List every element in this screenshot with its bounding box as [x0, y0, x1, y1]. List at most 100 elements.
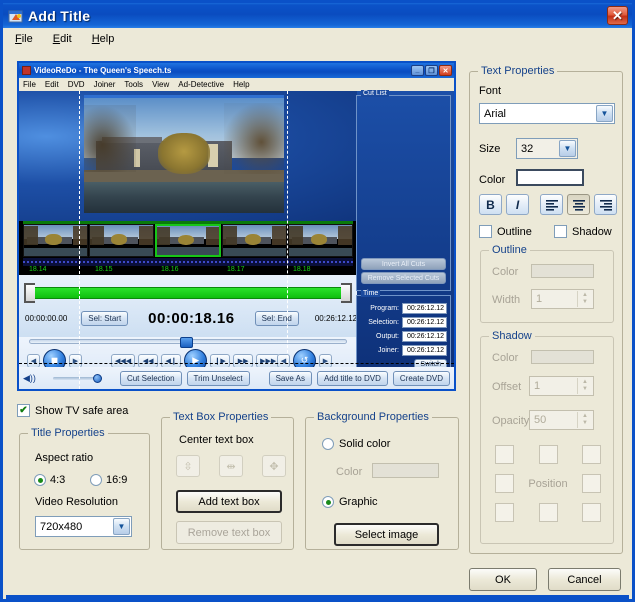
outline-checkbox[interactable] [479, 225, 492, 238]
text-color-swatch[interactable] [516, 169, 584, 186]
videoredo-icon [22, 66, 31, 75]
shadow-opacity-label: Opacity [492, 415, 530, 427]
volume-slider[interactable] [41, 372, 110, 384]
show-tv-safe-area-row[interactable]: ✔ Show TV safe area [17, 404, 128, 417]
filmstrip-time: 18.16 [161, 266, 179, 273]
create-dvd-button[interactable]: Create DVD [392, 370, 450, 386]
remove-selected-cuts-button[interactable]: Remove Selected Cuts [361, 272, 446, 284]
trim-unselect-button[interactable]: Trim Unselect [186, 370, 250, 386]
add-title-icon [8, 8, 24, 24]
save-as-button[interactable]: Save As [268, 370, 312, 386]
video-stage[interactable] [19, 91, 357, 221]
text-properties-group: Text Properties Font Arial ▼ Size 32 ▼ C… [469, 65, 623, 554]
chevron-down-icon[interactable]: ▼ [559, 140, 576, 157]
outline-width-label: Width [492, 294, 521, 306]
loop-prev-icon[interactable]: ◀ [277, 353, 290, 368]
preview-menu-joiner[interactable]: Joiner [94, 80, 116, 89]
background-graphic-option[interactable]: Graphic [322, 496, 378, 508]
frame-back-icon[interactable]: ◀❙ [161, 353, 182, 368]
align-center-icon[interactable] [567, 194, 590, 215]
cancel-button[interactable]: Cancel [548, 568, 621, 591]
forward-icon[interactable]: ▶▶ [233, 353, 254, 368]
rewind-icon[interactable]: ◀◀ [138, 353, 159, 368]
bold-icon[interactable]: B [479, 194, 502, 215]
preview-close-icon[interactable]: ✕ [439, 65, 452, 76]
select-image-button[interactable]: Select image [334, 523, 439, 546]
align-left-icon[interactable] [540, 194, 563, 215]
menu-item-edit[interactable]: Edit [53, 33, 72, 45]
close-icon[interactable]: ✕ [607, 6, 628, 25]
volume-knob[interactable] [92, 374, 102, 383]
italic-icon[interactable]: I [506, 194, 529, 215]
aspect-ratio-4-3-radio[interactable] [34, 474, 46, 486]
filmstrip-thumbnails [23, 224, 353, 257]
chevron-down-icon[interactable]: ▼ [113, 518, 130, 535]
filmstrip-thumb[interactable] [288, 224, 353, 257]
graphic-radio[interactable] [322, 496, 334, 508]
preview-menu-tools[interactable]: Tools [124, 80, 143, 89]
filmstrip-thumb[interactable] [222, 224, 288, 257]
menu-item-file[interactable]: FFileile [15, 33, 33, 45]
filmstrip[interactable]: 18.14 18.15 18.16 18.17 18.18 [19, 221, 357, 275]
menu-item-help[interactable]: Help [92, 33, 115, 45]
shadow-offset-label: Offset [492, 381, 522, 393]
video-preview-window: VideoReDo - The Queen's Speech.ts _ ❐ ✕ … [17, 61, 456, 391]
time-row-joiner: Joiner: 00:26:12.12 [360, 345, 447, 356]
preview-menu-file[interactable]: File [23, 80, 36, 89]
frame-forward-icon[interactable]: ❙▶ [210, 353, 231, 368]
step-forward-icon[interactable]: ▶ [69, 353, 82, 368]
aspect-ratio-4-3[interactable]: 4:3 [34, 474, 65, 486]
rewind-fast-icon[interactable]: ◀◀◀ [111, 353, 136, 368]
chevron-down-icon[interactable]: ▼ [596, 105, 613, 122]
seek-slider-knob[interactable] [180, 337, 193, 348]
solid-color-radio[interactable] [322, 438, 334, 450]
outline-checkbox-row[interactable]: Outline [479, 225, 532, 238]
cut-selection-button[interactable]: Cut Selection [119, 370, 182, 386]
aspect-ratio-16-9-radio[interactable] [90, 474, 102, 486]
preview-menu-view[interactable]: View [152, 80, 169, 89]
font-select[interactable]: Arial ▼ [479, 103, 615, 124]
preview-maximize-icon[interactable]: ❐ [425, 65, 438, 76]
shadow-opacity-value: 50 [534, 414, 547, 426]
background-solid-color-option[interactable]: Solid color [322, 438, 390, 450]
text-align-buttons [540, 194, 617, 215]
filmstrip-thumb-selected[interactable] [154, 224, 222, 257]
shadow-position-bottom-center [538, 503, 558, 522]
shadow-checkbox[interactable] [554, 225, 567, 238]
video-resolution-label: Video Resolution [35, 496, 118, 508]
background-color-label: Color [336, 466, 363, 478]
preview-menu-dvd[interactable]: DVD [68, 80, 85, 89]
step-back-icon[interactable]: ◀ [27, 353, 40, 368]
video-willow-tree [158, 132, 210, 174]
shadow-group-legend: Shadow [489, 330, 535, 342]
video-resolution-select[interactable]: 720x480 ▼ [35, 516, 132, 537]
seek-slider[interactable] [29, 337, 347, 348]
preview-menu-help[interactable]: Help [233, 80, 249, 89]
align-right-icon[interactable] [594, 194, 617, 215]
graphic-label: Graphic [339, 496, 378, 508]
show-tv-safe-area-checkbox[interactable]: ✔ [17, 404, 30, 417]
preview-menu-edit[interactable]: Edit [45, 80, 59, 89]
safe-area-guide-left [79, 91, 80, 389]
size-select[interactable]: 32 ▼ [516, 138, 578, 159]
add-title-to-dvd-button[interactable]: Add title to DVD [316, 370, 388, 386]
selection-start-handle[interactable] [24, 283, 35, 303]
filmstrip-thumb[interactable] [88, 224, 154, 257]
add-text-box-button[interactable]: Add text box [176, 490, 282, 513]
preview-minimize-icon[interactable]: _ [411, 65, 424, 76]
selection-timeline: 00:00:00.00 Sel: Start 00:00:18.16 Sel: … [19, 275, 357, 337]
set-start-button[interactable]: Sel: Start [81, 310, 129, 326]
cut-list-legend: Cut List [361, 90, 389, 97]
selection-end-handle[interactable] [341, 283, 352, 303]
size-value: 32 [521, 142, 534, 155]
set-end-button[interactable]: Sel: End [254, 310, 299, 326]
loop-next-icon[interactable]: ▶ [319, 353, 332, 368]
ok-button[interactable]: OK [469, 568, 537, 591]
invert-all-cuts-button[interactable]: Invert All Cuts [361, 258, 446, 270]
aspect-ratio-16-9[interactable]: 16:9 [90, 474, 127, 486]
time-value-output: 00:26:12.12 [402, 331, 447, 342]
preview-menu-ad-detective[interactable]: Ad-Detective [178, 80, 224, 89]
shadow-checkbox-row[interactable]: Shadow [554, 225, 612, 238]
volume-icon[interactable]: ◀)) [23, 373, 36, 384]
title-properties-legend: Title Properties [28, 427, 108, 439]
